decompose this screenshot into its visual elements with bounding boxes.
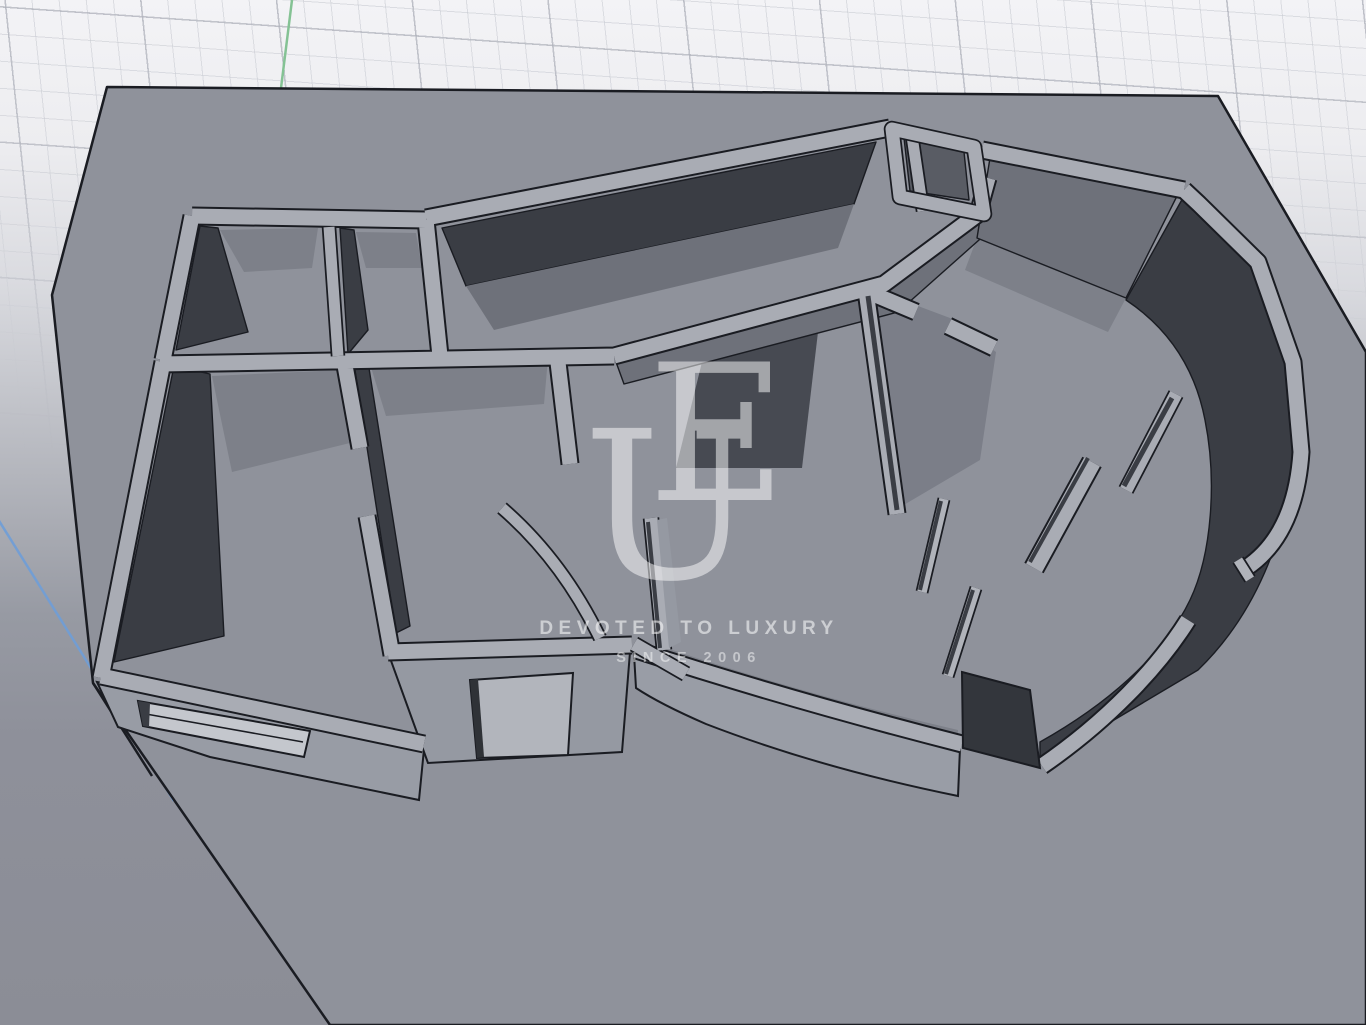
watermark-tagline: DEVOTED TO LUXURY	[539, 618, 838, 639]
green-axis-line	[281, 0, 292, 88]
3d-viewport[interactable]: U E DEVOTED TO LUXURY SINCE 2006	[0, 0, 1366, 1025]
model-canvas[interactable]: U E DEVOTED TO LUXURY SINCE 2006	[0, 0, 1366, 1025]
watermark-subline: SINCE 2006	[616, 650, 762, 666]
door-opening	[470, 673, 573, 758]
monogram-letter-e: E	[648, 324, 787, 545]
